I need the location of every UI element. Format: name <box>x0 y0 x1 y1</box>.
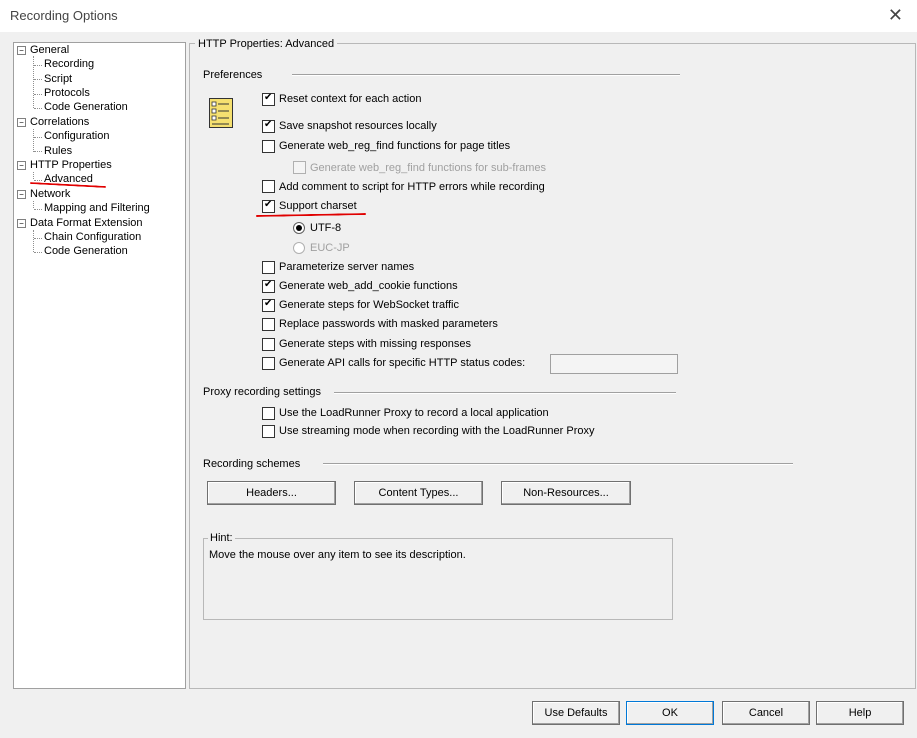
non-resources-button[interactable]: Non-Resources... <box>501 481 631 505</box>
masked-passwords-checkbox[interactable] <box>262 318 275 331</box>
proxy-header: Proxy recording settings <box>203 386 321 398</box>
streaming-mode-label: Use streaming mode when recording with t… <box>279 425 595 437</box>
web-add-cookie-checkbox[interactable] <box>262 279 275 293</box>
proxy-separator <box>334 392 676 394</box>
tree-line <box>33 201 34 208</box>
headers-button[interactable]: Headers... <box>207 481 336 505</box>
tree-item-mapping-filtering[interactable]: Mapping and Filtering <box>44 202 150 214</box>
web-reg-find-subframes-checkbox[interactable] <box>293 161 306 174</box>
support-charset-checkbox[interactable] <box>262 199 275 213</box>
reset-context-checkbox[interactable] <box>262 92 275 106</box>
tree-item-protocols[interactable]: Protocols <box>44 87 90 99</box>
web-add-cookie-label: Generate web_add_cookie functions <box>279 280 458 292</box>
tree-item-code-generation-2[interactable]: Code Generation <box>44 245 128 257</box>
tree-line <box>34 94 42 95</box>
web-reg-find-subframes-label: Generate web_reg_find functions for sub-… <box>310 162 547 174</box>
status-codes-input[interactable] <box>550 354 678 374</box>
content-types-button[interactable]: Content Types... <box>354 481 483 505</box>
cancel-button[interactable]: Cancel <box>722 701 810 725</box>
preferences-separator <box>292 74 680 76</box>
checklist-document-icon <box>209 98 233 128</box>
tree-item-recording[interactable]: Recording <box>44 58 94 70</box>
tree-line <box>34 137 42 138</box>
websocket-steps-label: Generate steps for WebSocket traffic <box>279 299 459 311</box>
http-errors-comment-checkbox[interactable] <box>262 180 275 193</box>
tree-item-correlations[interactable]: Correlations <box>30 116 89 128</box>
tree-item-code-generation[interactable]: Code Generation <box>44 101 128 113</box>
tree-line <box>34 151 42 152</box>
panel-title: HTTP Properties: Advanced <box>195 38 338 50</box>
support-charset-label: Support charset <box>279 200 357 212</box>
schemes-separator <box>323 463 793 465</box>
status-codes-label: Generate API calls for specific HTTP sta… <box>279 357 526 369</box>
schemes-header: Recording schemes <box>203 458 301 470</box>
collapse-icon[interactable]: − <box>17 161 26 170</box>
utf8-label: UTF-8 <box>310 222 342 234</box>
tree-line <box>34 79 42 80</box>
loadrunner-proxy-checkbox[interactable] <box>262 407 275 420</box>
utf8-radio[interactable] <box>293 222 305 234</box>
collapse-icon[interactable]: − <box>17 190 26 199</box>
ok-button[interactable]: OK <box>626 701 714 725</box>
tree-line <box>34 252 42 253</box>
euc-jp-label: EUC-JP <box>310 242 350 254</box>
tree-line <box>33 230 34 252</box>
streaming-mode-checkbox[interactable] <box>262 425 275 438</box>
tree-item-network[interactable]: Network <box>30 188 70 200</box>
masked-passwords-label: Replace passwords with masked parameters <box>279 318 498 330</box>
web-reg-find-titles-checkbox[interactable] <box>262 140 275 153</box>
euc-jp-radio[interactable] <box>293 242 305 254</box>
loadrunner-proxy-label: Use the LoadRunner Proxy to record a loc… <box>279 407 549 419</box>
title-bar: Recording Options ✕ <box>0 0 917 32</box>
hint-title: Hint: <box>208 532 235 544</box>
missing-responses-label: Generate steps with missing responses <box>279 338 471 350</box>
tree-item-http-properties[interactable]: HTTP Properties <box>30 159 112 171</box>
collapse-icon[interactable]: − <box>17 46 26 55</box>
tree-line <box>34 108 42 109</box>
parameterize-server-names-label: Parameterize server names <box>279 261 415 273</box>
tree-line <box>34 180 42 181</box>
websocket-steps-checkbox[interactable] <box>262 298 275 312</box>
status-codes-checkbox[interactable] <box>262 357 275 370</box>
tree-line <box>34 209 42 210</box>
preferences-header: Preferences <box>203 69 263 81</box>
web-reg-find-titles-label: Generate web_reg_find functions for page… <box>279 140 511 152</box>
tree-line <box>34 238 42 239</box>
options-tree[interactable]: − General Recording Script Protocols Cod… <box>13 42 186 689</box>
help-button[interactable]: Help <box>816 701 904 725</box>
tree-item-chain-configuration[interactable]: Chain Configuration <box>44 231 141 243</box>
tree-line <box>34 65 42 66</box>
tree-item-general[interactable]: General <box>30 44 69 56</box>
http-errors-comment-label: Add comment to script for HTTP errors wh… <box>279 181 545 193</box>
save-snapshot-label: Save snapshot resources locally <box>279 120 437 132</box>
window-title: Recording Options <box>10 8 118 23</box>
tree-line <box>33 56 34 108</box>
tree-item-script[interactable]: Script <box>44 73 72 85</box>
tree-item-data-format-extension[interactable]: Data Format Extension <box>30 217 143 229</box>
tree-line <box>33 172 34 179</box>
parameterize-server-names-checkbox[interactable] <box>262 261 275 274</box>
missing-responses-checkbox[interactable] <box>262 338 275 351</box>
close-icon[interactable]: ✕ <box>888 5 903 26</box>
reset-context-label: Reset context for each action <box>279 93 422 105</box>
collapse-icon[interactable]: − <box>17 118 26 127</box>
hint-text: Move the mouse over any item to see its … <box>209 549 466 561</box>
save-snapshot-checkbox[interactable] <box>262 119 275 133</box>
tree-item-rules[interactable]: Rules <box>44 145 72 157</box>
tree-line <box>33 129 34 152</box>
collapse-icon[interactable]: − <box>17 219 26 228</box>
use-defaults-button[interactable]: Use Defaults <box>532 701 620 725</box>
tree-item-configuration[interactable]: Configuration <box>44 130 109 142</box>
